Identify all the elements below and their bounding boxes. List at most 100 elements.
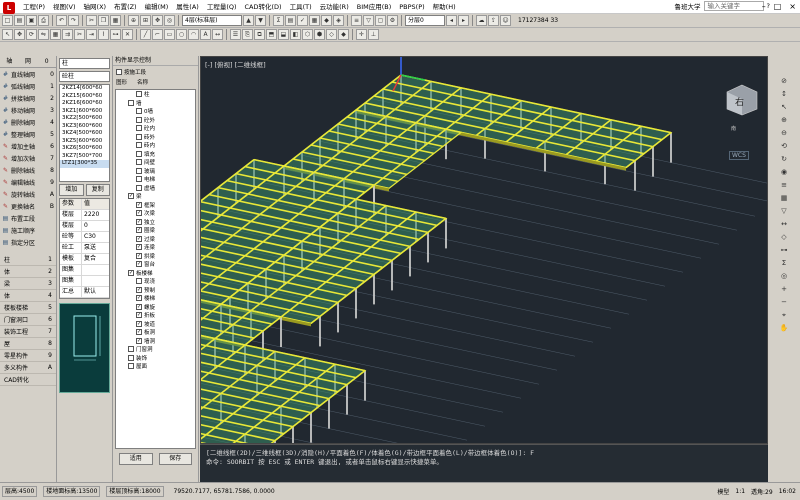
tree-checkbox[interactable]: ✓ — [136, 329, 142, 336]
category-item[interactable]: 体2 — [0, 266, 56, 278]
property-row[interactable]: 汇总 默认 — [60, 287, 109, 298]
menu-item[interactable]: 工程量(Q) — [203, 0, 241, 14]
dim-icon[interactable]: ↔ — [212, 29, 223, 40]
report-icon[interactable]: ▤ — [285, 15, 296, 26]
app-logo-icon[interactable]: L — [3, 1, 15, 14]
mirror-icon[interactable]: ⇋ — [38, 29, 49, 40]
viewport-label[interactable]: [-] [俯视] [二维线框] — [205, 59, 266, 69]
component-list-item[interactable]: 2KZ15[600*60 — [60, 93, 109, 101]
maximize-button[interactable]: □ — [774, 0, 782, 13]
tree-checkbox[interactable]: ✓ — [136, 252, 142, 259]
tree-row[interactable]: ✓ 框架 — [116, 201, 195, 210]
category-item[interactable]: 装饰工程 7 — [0, 326, 56, 338]
properties-icon[interactable]: ☰ — [230, 29, 241, 40]
menu-item[interactable]: 属性(A) — [172, 0, 203, 14]
cursor-icon[interactable]: ↖ — [779, 102, 789, 112]
category-item[interactable]: 屋8 — [0, 338, 56, 350]
tree-checkbox[interactable] — [136, 133, 142, 140]
function-item[interactable]: # 弧线轴网 1 — [0, 80, 56, 92]
layer-icon[interactable]: ≡ — [351, 15, 362, 26]
refresh-icon[interactable]: ↻ — [779, 154, 789, 164]
function-item[interactable]: ▤ 施工顺序 — [0, 224, 56, 236]
tree-row[interactable]: ✓ 板洞 — [116, 328, 195, 337]
function-item[interactable]: # 移动轴网 3 — [0, 104, 56, 116]
category-item[interactable]: 楼板楼梯 5 — [0, 302, 56, 314]
extend-icon[interactable]: ⇥ — [86, 29, 97, 40]
settings-icon[interactable]: ⚙ — [387, 15, 398, 26]
tree-row[interactable]: ✓ 坡道 — [116, 320, 195, 329]
category-item[interactable]: 体4 — [0, 290, 56, 302]
tree-checkbox[interactable]: ✓ — [136, 201, 142, 208]
tree-row[interactable]: ✓ 窗台 — [116, 260, 195, 269]
menu-item[interactable]: 工具(T) — [286, 0, 316, 14]
tree-checkbox[interactable]: ✓ — [136, 303, 142, 310]
model-viewport[interactable]: [-] [俯视] [二维线框] 右 南 WCS — [200, 56, 768, 444]
function-item[interactable]: ▤ 指定分区 — [0, 236, 56, 248]
copy-icon[interactable]: ❐ — [98, 15, 109, 26]
undo-icon[interactable]: ↶ — [56, 15, 67, 26]
delete-icon[interactable]: ✕ — [122, 29, 133, 40]
tree-row[interactable]: 柱 — [116, 90, 195, 99]
tree-row[interactable]: 墙 — [116, 99, 195, 108]
property-row[interactable]: 楼层 0 — [60, 221, 109, 232]
tree-row[interactable]: ✓ 楼梯 — [116, 294, 195, 303]
circle-icon[interactable]: ○ — [176, 29, 187, 40]
status-model-tab[interactable]: 模型 — [717, 487, 729, 496]
wcs-button[interactable]: WCS — [729, 151, 749, 160]
open-file-icon[interactable]: ▤ — [14, 15, 25, 26]
property-value[interactable] — [82, 265, 84, 275]
command-line[interactable]: [二维线框(2D)/三维线框(3D)/消隐(H)/平面着色(F)/体着色(G)/… — [200, 444, 768, 482]
tree-row[interactable]: 砖外 — [116, 133, 195, 142]
new-file-icon[interactable]: □ — [2, 15, 13, 26]
plus-icon[interactable]: + — [779, 284, 789, 294]
view-iso-icon[interactable]: ⬡ — [302, 29, 313, 40]
calc-icon[interactable]: Σ — [273, 15, 284, 26]
select-icon[interactable]: ↖ — [2, 29, 13, 40]
line-icon[interactable]: ╱ — [140, 29, 151, 40]
tree-checkbox[interactable] — [136, 91, 142, 98]
measure-icon[interactable]: ↕ — [779, 89, 789, 99]
zoom-out-icon[interactable]: ⊖ — [779, 128, 789, 138]
layer-select[interactable]: 分层0 — [405, 15, 445, 26]
zoom-in-icon[interactable]: ⊕ — [779, 115, 789, 125]
component-list-item[interactable]: 3KZ7[500*700 — [60, 153, 109, 161]
hand-icon[interactable]: ✋ — [779, 323, 789, 333]
tree-row[interactable]: 现浇 — [116, 277, 195, 286]
tree-checkbox[interactable]: ✓ — [136, 337, 142, 344]
property-row[interactable]: 模板 复合 — [60, 254, 109, 265]
tree-checkbox[interactable]: ✓ — [136, 235, 142, 242]
menu-item[interactable]: PBPS(P) — [395, 0, 428, 14]
status-scale[interactable]: 1:1 — [735, 488, 745, 495]
component-list-item[interactable]: 3KZ1[600*600 — [60, 108, 109, 116]
function-item[interactable]: # 整理轴网 5 — [0, 128, 56, 140]
add-component-button[interactable]: 增加 — [59, 184, 84, 196]
component-list-item[interactable]: 3KZ4[500*600 — [60, 130, 109, 138]
break-icon[interactable]: ⌇ — [98, 29, 109, 40]
tree-checkbox[interactable] — [136, 116, 142, 123]
tree-row[interactable]: 电梯 — [116, 175, 195, 184]
component-list-item[interactable]: 3KZ2[500*600 — [60, 115, 109, 123]
text-icon[interactable]: A — [200, 29, 211, 40]
layer-next-icon[interactable]: ▸ — [458, 15, 469, 26]
tree-row[interactable]: ✓ 独立 — [116, 218, 195, 227]
tree-checkbox[interactable] — [136, 108, 142, 115]
search-input[interactable]: 输入关键字 — [703, 1, 764, 11]
save-button[interactable]: 保存 — [158, 453, 192, 465]
floor-up-icon[interactable]: ▲ — [243, 15, 254, 26]
layer-right-icon[interactable]: ≡ — [779, 180, 789, 190]
tree-row[interactable]: ✓ 次梁 — [116, 209, 195, 218]
property-row[interactable]: 图集 — [60, 265, 109, 276]
tree-row[interactable]: 玻璃 — [116, 167, 195, 176]
property-value[interactable]: C30 — [82, 232, 96, 242]
component-list-item[interactable]: 2KZ16[600*60 — [60, 100, 109, 108]
function-item[interactable]: # 拼接轴网 2 — [0, 92, 56, 104]
array-icon[interactable]: ▦ — [50, 29, 61, 40]
function-item[interactable]: ✎ 更换轴名 B — [0, 200, 56, 212]
property-value[interactable]: 0 — [82, 221, 88, 231]
no-entry-icon[interactable]: ⊘ — [779, 76, 789, 86]
tree-checkbox[interactable]: ✓ — [136, 312, 142, 319]
tree-checkbox[interactable]: ✓ — [136, 295, 142, 302]
tree-row[interactable]: ✓ 梁 — [116, 192, 195, 201]
category-item[interactable]: 柱1 — [0, 254, 56, 266]
tree-checkbox[interactable]: ✓ — [136, 244, 142, 251]
